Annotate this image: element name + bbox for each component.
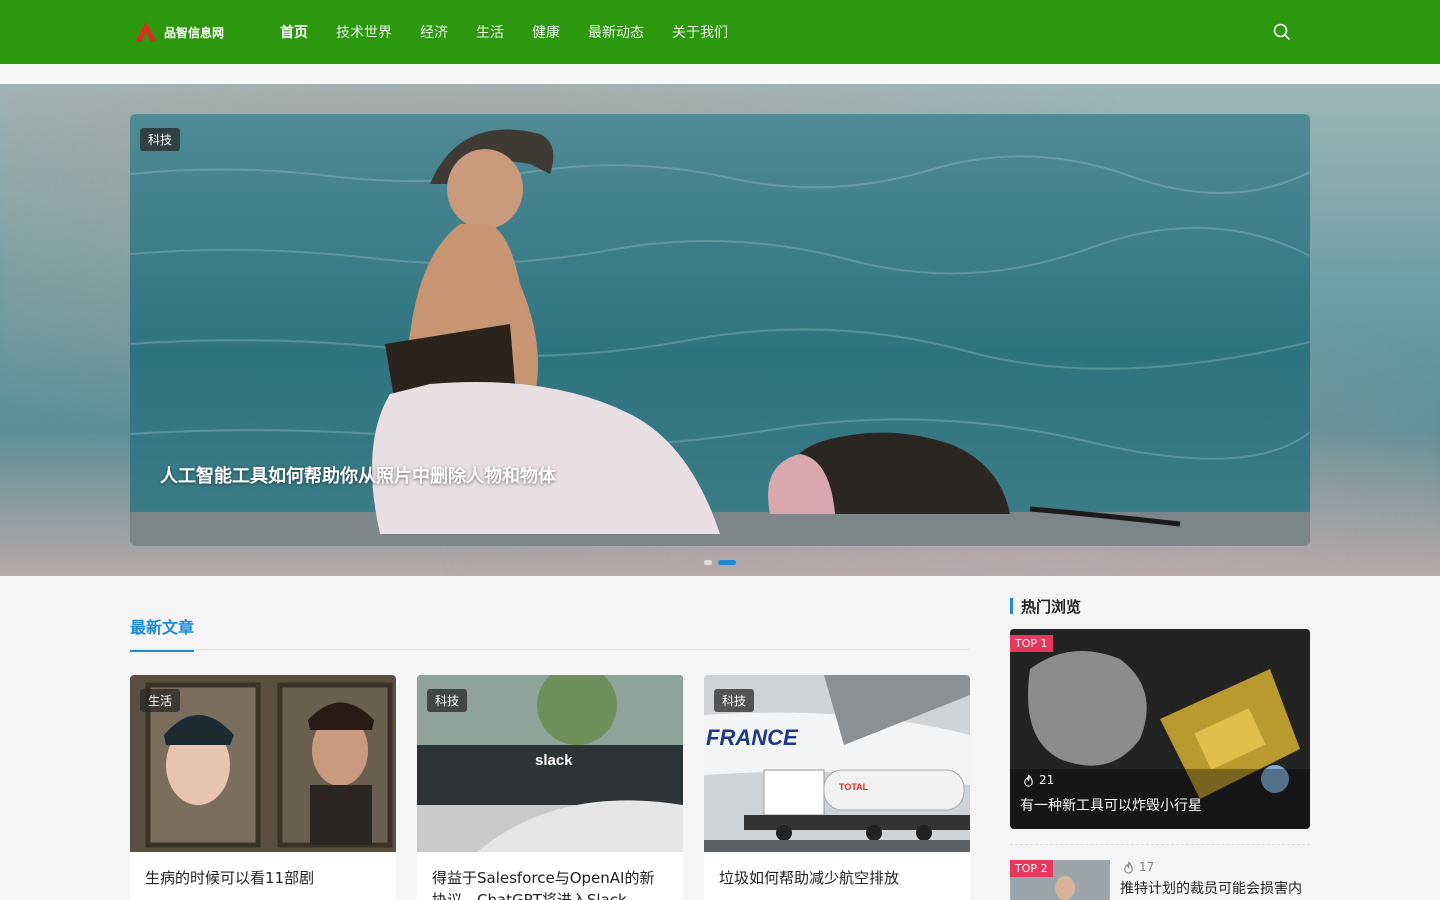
rank-badge: TOP 2 bbox=[1010, 860, 1053, 877]
sidebar-divider bbox=[1010, 844, 1310, 845]
hot-article-title[interactable]: 有一种新工具可以炸毁小行星 bbox=[1020, 795, 1202, 815]
article-title[interactable]: 得益于Salesforce与OpenAI的新协议，ChatGPT将进入Slack bbox=[432, 867, 668, 900]
article-category-badge[interactable]: 生活 bbox=[140, 689, 181, 712]
hot-section-header: 热门浏览 bbox=[1010, 596, 1081, 616]
rank-badge: TOP 1 bbox=[1010, 635, 1053, 652]
article-category-badge[interactable]: 科技 bbox=[714, 689, 755, 712]
view-count-value: 21 bbox=[1039, 773, 1055, 787]
hero-title[interactable]: 人工智能工具如何帮助你从照片中删除人物和物体 bbox=[160, 462, 556, 488]
carousel-dot-2[interactable] bbox=[718, 560, 736, 565]
main-nav: 首页 技术世界 经济 生活 健康 最新动态 关于我们 bbox=[280, 0, 728, 64]
nav-item-tech[interactable]: 技术世界 bbox=[336, 22, 392, 42]
view-count: 17 bbox=[1122, 860, 1154, 874]
hot-article-title[interactable]: 推特计划的裁员可能会损害内 bbox=[1120, 878, 1310, 898]
article-category-badge[interactable]: 科技 bbox=[427, 689, 468, 712]
hero-category-badge[interactable]: 科技 bbox=[140, 128, 181, 151]
article-title[interactable]: 生病的时候可以看11部剧 bbox=[145, 867, 381, 889]
hot-section-title: 热门浏览 bbox=[1021, 597, 1082, 616]
flame-icon bbox=[1024, 774, 1033, 787]
article-title[interactable]: 垃圾如何帮助减少航空排放 bbox=[719, 867, 955, 889]
nav-item-news[interactable]: 最新动态 bbox=[588, 22, 644, 42]
nav-item-about[interactable]: 关于我们 bbox=[672, 22, 728, 42]
site-logo[interactable]: 品智信息网 bbox=[134, 20, 224, 44]
article-card[interactable]: 生活 生病的时候可以看11部剧 bbox=[130, 675, 396, 900]
svg-text:TOTAL: TOTAL bbox=[839, 782, 869, 792]
article-card[interactable]: FRANCE TOTAL 科技 垃圾如何帮助减少航空排放 bbox=[704, 675, 970, 900]
hot-article-item[interactable]: TOP 2 17 推特计划的裁员可能会损害内 bbox=[1010, 860, 1310, 900]
nav-item-home[interactable]: 首页 bbox=[280, 22, 308, 42]
logo-mark-icon bbox=[135, 22, 157, 42]
search-icon bbox=[1273, 23, 1290, 40]
hot-article-featured[interactable]: TOP 1 21 有一种新工具可以炸毁小行星 bbox=[1010, 629, 1310, 829]
nav-item-life[interactable]: 生活 bbox=[476, 22, 504, 42]
flame-icon bbox=[1124, 861, 1133, 874]
carousel-dot-1[interactable] bbox=[704, 560, 712, 565]
carousel-dots bbox=[704, 560, 736, 565]
site-header: 品智信息网 首页 技术世界 经济 生活 健康 最新动态 关于我们 bbox=[0, 0, 1440, 64]
latest-section-header: 最新文章 bbox=[130, 614, 970, 652]
nav-item-health[interactable]: 健康 bbox=[532, 22, 560, 42]
view-count-value: 17 bbox=[1139, 860, 1155, 874]
logo-text: 品智信息网 bbox=[164, 25, 225, 40]
svg-text:slack: slack bbox=[535, 752, 573, 769]
article-card[interactable]: slack 科技 得益于Salesforce与OpenAI的新协议，ChatGP… bbox=[417, 675, 683, 900]
search-button[interactable] bbox=[1272, 22, 1294, 44]
nav-item-economy[interactable]: 经济 bbox=[420, 22, 448, 42]
latest-section-title[interactable]: 最新文章 bbox=[130, 614, 195, 652]
hero-slide[interactable]: 科技 人工智能工具如何帮助你从照片中删除人物和物体 bbox=[130, 114, 1310, 546]
svg-text:FRANCE: FRANCE bbox=[706, 725, 799, 750]
section-accent-bar bbox=[1010, 598, 1013, 614]
view-count: 21 bbox=[1022, 773, 1054, 787]
